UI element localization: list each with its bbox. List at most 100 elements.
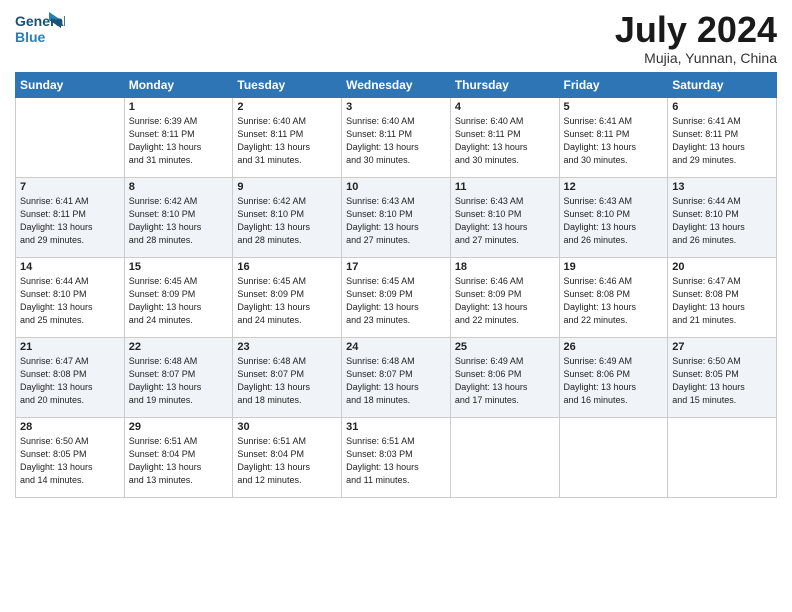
header-day: Saturday bbox=[668, 72, 777, 97]
day-number: 7 bbox=[20, 181, 120, 193]
calendar-cell: 10 Sunrise: 6:43 AM Sunset: 8:10 PM Dayli… bbox=[342, 177, 451, 257]
day-number: 26 bbox=[564, 341, 664, 353]
day-number: 9 bbox=[237, 181, 337, 193]
calendar-cell: 21 Sunrise: 6:47 AM Sunset: 8:08 PM Dayli… bbox=[16, 337, 125, 417]
calendar-cell: 4Sunrise: 6:40 AM Sunset: 8:11 PM Daylig… bbox=[450, 97, 559, 177]
calendar-cell: 8Sunrise: 6:42 AM Sunset: 8:10 PM Daylig… bbox=[124, 177, 233, 257]
day-info: Sunrise: 6:41 AM Sunset: 8:11 PM Dayligh… bbox=[672, 115, 772, 167]
calendar-cell: 14 Sunrise: 6:44 AM Sunset: 8:10 PM Dayli… bbox=[16, 257, 125, 337]
day-info: Sunrise: 6:44 AM Sunset: 8:10 PM Dayligh… bbox=[20, 275, 120, 327]
calendar-cell: 20 Sunrise: 6:47 AM Sunset: 8:08 PM Dayli… bbox=[668, 257, 777, 337]
calendar-cell: 18 Sunrise: 6:46 AM Sunset: 8:09 PM Dayli… bbox=[450, 257, 559, 337]
calendar-cell: 26 Sunrise: 6:49 AM Sunset: 8:06 PM Dayli… bbox=[559, 337, 668, 417]
day-info: Sunrise: 6:48 AM Sunset: 8:07 PM Dayligh… bbox=[129, 355, 229, 407]
calendar-row: 21 Sunrise: 6:47 AM Sunset: 8:08 PM Dayli… bbox=[16, 337, 777, 417]
day-number: 13 bbox=[672, 181, 772, 193]
day-info: Sunrise: 6:43 AM Sunset: 8:10 PM Dayligh… bbox=[564, 195, 664, 247]
header-day: Monday bbox=[124, 72, 233, 97]
calendar-cell bbox=[668, 417, 777, 497]
day-number: 18 bbox=[455, 261, 555, 273]
calendar-table: SundayMondayTuesdayWednesdayThursdayFrid… bbox=[15, 72, 777, 498]
calendar-cell: 16 Sunrise: 6:45 AM Sunset: 8:09 PM Dayli… bbox=[233, 257, 342, 337]
calendar-cell: 24 Sunrise: 6:48 AM Sunset: 8:07 PM Dayli… bbox=[342, 337, 451, 417]
header-day: Wednesday bbox=[342, 72, 451, 97]
page: GeneralBlue July 2024 Mujia, Yunnan, Chi… bbox=[0, 0, 792, 612]
day-info: Sunrise: 6:45 AM Sunset: 8:09 PM Dayligh… bbox=[129, 275, 229, 327]
day-number: 25 bbox=[455, 341, 555, 353]
day-number: 22 bbox=[129, 341, 229, 353]
calendar-cell: 23Sunrise: 6:48 AM Sunset: 8:07 PM Dayli… bbox=[233, 337, 342, 417]
svg-text:Blue: Blue bbox=[15, 29, 46, 45]
calendar-cell: 31 Sunrise: 6:51 AM Sunset: 8:03 PM Dayli… bbox=[342, 417, 451, 497]
calendar-cell: 15 Sunrise: 6:45 AM Sunset: 8:09 PM Dayli… bbox=[124, 257, 233, 337]
header-day: Thursday bbox=[450, 72, 559, 97]
day-number: 1 bbox=[129, 101, 229, 113]
calendar-cell: 28 Sunrise: 6:50 AM Sunset: 8:05 PM Dayli… bbox=[16, 417, 125, 497]
day-info: Sunrise: 6:48 AM Sunset: 8:07 PM Dayligh… bbox=[346, 355, 446, 407]
day-info: Sunrise: 6:45 AM Sunset: 8:09 PM Dayligh… bbox=[237, 275, 337, 327]
day-number: 15 bbox=[129, 261, 229, 273]
header: GeneralBlue July 2024 Mujia, Yunnan, Chi… bbox=[15, 10, 777, 66]
day-number: 30 bbox=[237, 421, 337, 433]
day-number: 4 bbox=[455, 101, 555, 113]
day-info: Sunrise: 6:50 AM Sunset: 8:05 PM Dayligh… bbox=[672, 355, 772, 407]
calendar-cell: 22 Sunrise: 6:48 AM Sunset: 8:07 PM Dayli… bbox=[124, 337, 233, 417]
calendar-cell: 11 Sunrise: 6:43 AM Sunset: 8:10 PM Dayli… bbox=[450, 177, 559, 257]
calendar-cell: 12 Sunrise: 6:43 AM Sunset: 8:10 PM Dayli… bbox=[559, 177, 668, 257]
day-info: Sunrise: 6:49 AM Sunset: 8:06 PM Dayligh… bbox=[564, 355, 664, 407]
day-number: 28 bbox=[20, 421, 120, 433]
day-info: Sunrise: 6:51 AM Sunset: 8:03 PM Dayligh… bbox=[346, 435, 446, 487]
svg-text:General: General bbox=[15, 13, 65, 29]
calendar-cell: 27 Sunrise: 6:50 AM Sunset: 8:05 PM Dayli… bbox=[668, 337, 777, 417]
day-info: Sunrise: 6:40 AM Sunset: 8:11 PM Dayligh… bbox=[346, 115, 446, 167]
header-day: Tuesday bbox=[233, 72, 342, 97]
day-info: Sunrise: 6:42 AM Sunset: 8:10 PM Dayligh… bbox=[129, 195, 229, 247]
day-number: 14 bbox=[20, 261, 120, 273]
day-info: Sunrise: 6:49 AM Sunset: 8:06 PM Dayligh… bbox=[455, 355, 555, 407]
day-info: Sunrise: 6:50 AM Sunset: 8:05 PM Dayligh… bbox=[20, 435, 120, 487]
day-number: 19 bbox=[564, 261, 664, 273]
logo: GeneralBlue bbox=[15, 10, 65, 48]
day-info: Sunrise: 6:42 AM Sunset: 8:10 PM Dayligh… bbox=[237, 195, 337, 247]
day-info: Sunrise: 6:46 AM Sunset: 8:09 PM Dayligh… bbox=[455, 275, 555, 327]
calendar-cell bbox=[450, 417, 559, 497]
location-subtitle: Mujia, Yunnan, China bbox=[615, 50, 777, 66]
calendar-cell: 7Sunrise: 6:41 AM Sunset: 8:11 PM Daylig… bbox=[16, 177, 125, 257]
day-number: 12 bbox=[564, 181, 664, 193]
calendar-cell: 30Sunrise: 6:51 AM Sunset: 8:04 PM Dayli… bbox=[233, 417, 342, 497]
logo-svg: GeneralBlue bbox=[15, 10, 65, 48]
calendar-cell: 2Sunrise: 6:40 AM Sunset: 8:11 PM Daylig… bbox=[233, 97, 342, 177]
calendar-cell: 19Sunrise: 6:46 AM Sunset: 8:08 PM Dayli… bbox=[559, 257, 668, 337]
calendar-row: 28 Sunrise: 6:50 AM Sunset: 8:05 PM Dayli… bbox=[16, 417, 777, 497]
calendar-row: 14 Sunrise: 6:44 AM Sunset: 8:10 PM Dayli… bbox=[16, 257, 777, 337]
day-number: 2 bbox=[237, 101, 337, 113]
day-number: 24 bbox=[346, 341, 446, 353]
calendar-cell bbox=[16, 97, 125, 177]
day-info: Sunrise: 6:43 AM Sunset: 8:10 PM Dayligh… bbox=[455, 195, 555, 247]
day-info: Sunrise: 6:44 AM Sunset: 8:10 PM Dayligh… bbox=[672, 195, 772, 247]
day-number: 11 bbox=[455, 181, 555, 193]
calendar-cell bbox=[559, 417, 668, 497]
day-info: Sunrise: 6:47 AM Sunset: 8:08 PM Dayligh… bbox=[672, 275, 772, 327]
calendar-cell: 17 Sunrise: 6:45 AM Sunset: 8:09 PM Dayli… bbox=[342, 257, 451, 337]
title-block: July 2024 Mujia, Yunnan, China bbox=[615, 10, 777, 66]
day-info: Sunrise: 6:39 AM Sunset: 8:11 PM Dayligh… bbox=[129, 115, 229, 167]
day-number: 10 bbox=[346, 181, 446, 193]
day-number: 31 bbox=[346, 421, 446, 433]
calendar-cell: 1 Sunrise: 6:39 AM Sunset: 8:11 PM Daylig… bbox=[124, 97, 233, 177]
month-title: July 2024 bbox=[615, 10, 777, 50]
day-info: Sunrise: 6:43 AM Sunset: 8:10 PM Dayligh… bbox=[346, 195, 446, 247]
day-number: 27 bbox=[672, 341, 772, 353]
calendar-cell: 13 Sunrise: 6:44 AM Sunset: 8:10 PM Dayli… bbox=[668, 177, 777, 257]
calendar-cell: 29Sunrise: 6:51 AM Sunset: 8:04 PM Dayli… bbox=[124, 417, 233, 497]
calendar-cell: 25 Sunrise: 6:49 AM Sunset: 8:06 PM Dayli… bbox=[450, 337, 559, 417]
day-info: Sunrise: 6:45 AM Sunset: 8:09 PM Dayligh… bbox=[346, 275, 446, 327]
day-number: 16 bbox=[237, 261, 337, 273]
day-info: Sunrise: 6:41 AM Sunset: 8:11 PM Dayligh… bbox=[564, 115, 664, 167]
day-number: 17 bbox=[346, 261, 446, 273]
day-number: 6 bbox=[672, 101, 772, 113]
day-info: Sunrise: 6:47 AM Sunset: 8:08 PM Dayligh… bbox=[20, 355, 120, 407]
day-number: 21 bbox=[20, 341, 120, 353]
day-info: Sunrise: 6:48 AM Sunset: 8:07 PM Dayligh… bbox=[237, 355, 337, 407]
day-number: 20 bbox=[672, 261, 772, 273]
